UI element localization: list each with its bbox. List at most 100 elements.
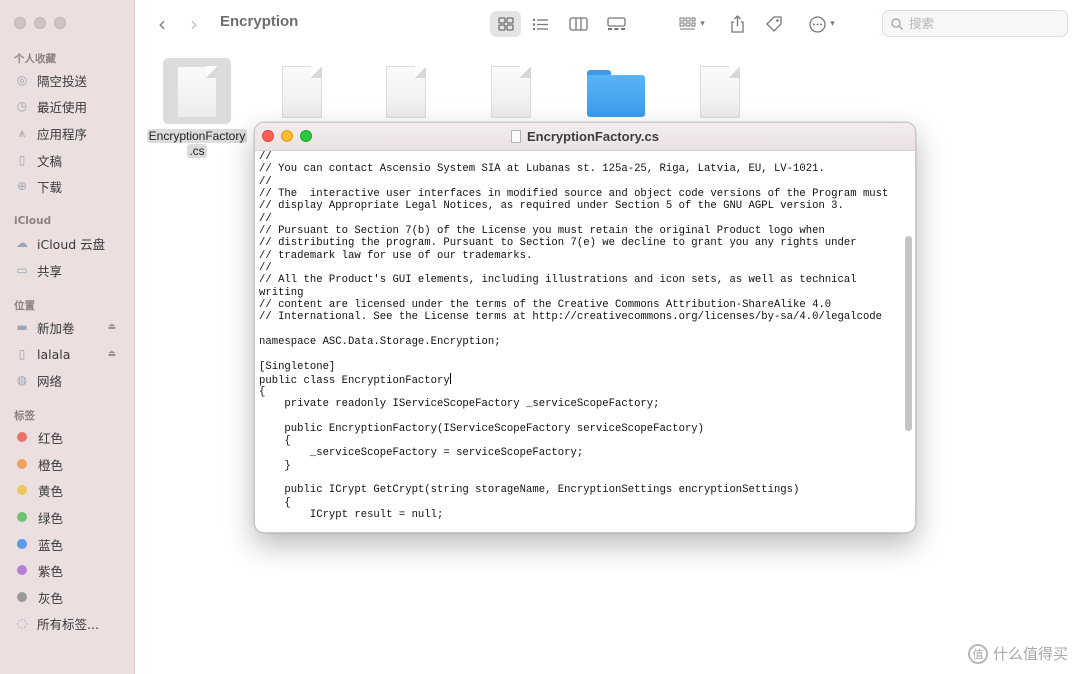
code-line: {: [259, 385, 266, 398]
code-line: // display Appropriate Legal Notices, as…: [259, 200, 844, 213]
document-icon: ▯: [18, 347, 26, 361]
cloud-icon: ☁: [16, 236, 28, 250]
code-line: // You can contact Ascensio System SIA a…: [259, 163, 825, 176]
sidebar-item-recents[interactable]: ◷ 最近使用: [14, 96, 126, 116]
code-line: public ICrypt GetCrypt(string storageNam…: [259, 484, 800, 497]
search-field[interactable]: [882, 10, 1068, 37]
sidebar: 个人收藏 ◎ 隔空投送 ◷ 最近使用 ⩚ 应用程序 ▯ 文稿 ⊕ 下载 iCloud ☁ i…: [0, 0, 135, 674]
chevron-down-icon: ▾: [700, 19, 705, 29]
sidebar-tag-orange[interactable]: 橙色: [14, 454, 126, 474]
sidebar-item-applications[interactable]: ⩚ 应用程序: [14, 123, 126, 143]
window-minimize-button-inactive[interactable]: [34, 17, 46, 29]
tag-color-dot: [17, 539, 27, 549]
code-line: // The interactive user interfaces in mo…: [259, 188, 889, 201]
code-line: //: [259, 262, 272, 275]
page-fold: [311, 66, 322, 78]
grid-icon: [497, 17, 514, 31]
sidebar-item-label: 隔空投送: [37, 73, 88, 89]
view-as-columns-button[interactable]: [566, 11, 590, 37]
file-item[interactable]: [252, 58, 352, 128]
network-icon: ◍: [16, 373, 28, 387]
editor-title-text: EncryptionFactory.cs: [527, 129, 659, 144]
sidebar-item-downloads[interactable]: ⊕ 下载: [14, 176, 126, 196]
code-line: private readonly IServiceScopeFactory _s…: [259, 397, 660, 410]
view-as-icons-button[interactable]: [490, 11, 521, 37]
sidebar-item-label: 下载: [37, 179, 63, 195]
applications-icon: ⩚: [18, 125, 26, 140]
sidebar-item-lalala[interactable]: ▯ lalala ⏏: [14, 344, 126, 364]
view-as-gallery-button[interactable]: [604, 11, 628, 37]
code-line: //: [259, 212, 272, 225]
code-line: ICrypt result = null;: [259, 508, 444, 521]
file-item[interactable]: [670, 58, 770, 128]
file-name-label[interactable]: EncryptionFactory .cs: [146, 129, 248, 159]
sidebar-item-label: iCloud 云盘: [37, 236, 106, 252]
sidebar-item-label: 黄色: [38, 483, 64, 499]
sidebar-tag-green[interactable]: 绿色: [14, 507, 126, 527]
code-line: {: [259, 434, 291, 447]
chevron-right-icon: ›: [190, 12, 198, 36]
list-icon: [532, 18, 548, 30]
code-line: // International. See the License terms …: [259, 311, 883, 324]
scrollbar-thumb[interactable]: [905, 236, 912, 431]
sidebar-tag-purple[interactable]: 紫色: [14, 560, 126, 580]
document-icon: [511, 130, 522, 143]
search-icon: [891, 17, 903, 30]
sidebar-tag-yellow[interactable]: 黄色: [14, 480, 126, 500]
back-button[interactable]: ‹: [152, 11, 172, 37]
group-grid-icon: [679, 17, 696, 30]
sidebar-item-label: 新加卷: [37, 320, 75, 336]
ellipsis-circle-icon: [809, 15, 826, 33]
group-by-button[interactable]: ▾: [672, 11, 712, 37]
editor-titlebar[interactable]: EncryptionFactory.cs: [255, 123, 915, 151]
tag-color-dot: [17, 432, 27, 442]
tag-icon: [766, 16, 782, 32]
text-cursor: [449, 373, 451, 385]
window-close-button-inactive[interactable]: [14, 17, 26, 29]
sidebar-item-label: 应用程序: [37, 126, 88, 142]
eject-icon[interactable]: ⏏: [107, 322, 116, 332]
code-text-area[interactable]: // // You can contact Ascensio System SIA…: [259, 151, 899, 531]
all-tags-icon: ◌: [16, 616, 28, 630]
sidebar-item-airdrop[interactable]: ◎ 隔空投送: [14, 70, 126, 90]
sidebar-item-network[interactable]: ◍ 网络: [14, 370, 126, 390]
sidebar-item-label: 蓝色: [38, 537, 64, 553]
document-icon: ▯: [18, 153, 26, 167]
chevron-down-icon: ▾: [830, 19, 835, 29]
chevron-left-icon: ‹: [158, 12, 166, 36]
sidebar-all-tags[interactable]: ◌ 所有标签...: [14, 613, 126, 633]
sidebar-tag-blue[interactable]: 蓝色: [14, 534, 126, 554]
sidebar-item-volume[interactable]: ▬ 新加卷 ⏏: [14, 317, 126, 337]
editor-title: EncryptionFactory.cs: [255, 129, 915, 144]
code-line: _serviceScopeFactory = serviceScopeFacto…: [259, 447, 584, 460]
sidebar-header-favorites: 个人收藏: [14, 53, 56, 65]
watermark: 值 什么值得买: [967, 643, 1068, 664]
share-button[interactable]: [726, 11, 748, 37]
file-name-line2: .cs: [187, 144, 207, 158]
sidebar-item-shared[interactable]: ▭ 共享: [14, 260, 126, 280]
sidebar-item-icloud-drive[interactable]: ☁ iCloud 云盘: [14, 233, 126, 253]
sidebar-header-locations: 位置: [14, 300, 35, 312]
sidebar-item-documents[interactable]: ▯ 文稿: [14, 150, 126, 170]
folder-icon[interactable]: [587, 70, 645, 117]
tags-button[interactable]: [763, 11, 785, 37]
sidebar-tag-gray[interactable]: 灰色: [14, 587, 126, 607]
more-actions-button[interactable]: ▾: [804, 11, 840, 37]
search-input[interactable]: [909, 16, 1059, 31]
forward-button[interactable]: ›: [184, 11, 204, 37]
file-item[interactable]: [461, 58, 561, 128]
gallery-icon: [606, 17, 626, 30]
file-item-selected[interactable]: [135, 58, 235, 128]
code-line: [Singletone]: [259, 360, 336, 373]
window-zoom-button-inactive[interactable]: [54, 17, 66, 29]
sidebar-item-label: 网络: [37, 373, 63, 389]
file-item[interactable]: [356, 58, 456, 128]
folder-body: [587, 75, 645, 117]
eject-icon[interactable]: ⏏: [107, 349, 116, 359]
sidebar-item-label: 所有标签...: [37, 616, 99, 632]
sidebar-tag-red[interactable]: 红色: [14, 427, 126, 447]
page-fold: [206, 66, 217, 78]
view-as-list-button[interactable]: [528, 11, 552, 37]
